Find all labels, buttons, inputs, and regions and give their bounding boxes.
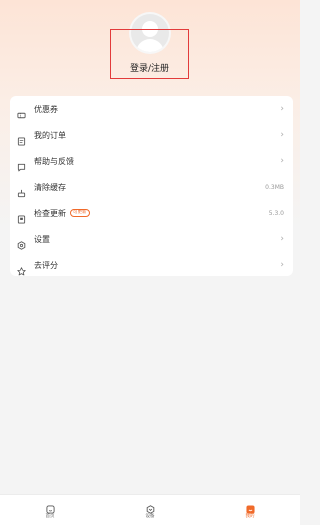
- app-version-value: 5.3.0: [268, 209, 284, 217]
- feedback-icon: [17, 157, 26, 171]
- tab-home[interactable]: 首页: [30, 499, 70, 519]
- update-available-badge: 可更新: [70, 209, 90, 217]
- bottom-tab-bar: 首页 设备 我的: [0, 494, 300, 525]
- profile-icon: [245, 499, 255, 514]
- menu-item-label: 设置: [34, 234, 50, 244]
- chevron-right-icon: ›: [280, 130, 284, 140]
- star-icon: [17, 261, 26, 275]
- menu-item-label: 检查更新: [34, 208, 66, 218]
- order-icon: [17, 131, 26, 146]
- menu-item-coupon[interactable]: 优惠券 ›: [10, 96, 293, 122]
- menu-item-label: 帮助与反馈: [34, 156, 74, 166]
- device-icon: [146, 499, 155, 514]
- settings-icon: [17, 235, 26, 250]
- chevron-right-icon: ›: [280, 156, 284, 166]
- login-register-link[interactable]: 登录/注册: [110, 61, 189, 74]
- tab-device[interactable]: 设备: [130, 499, 170, 519]
- home-icon: [45, 499, 55, 514]
- menu-card: 优惠券 › 我的订单 › 帮助与反馈 › 清除缓存 0.3MB 检查更新 可更新…: [10, 96, 293, 276]
- menu-item-label: 去评分: [34, 260, 58, 270]
- menu-item-label: 优惠券: [34, 104, 58, 114]
- chevron-right-icon: ›: [280, 104, 284, 114]
- menu-item-rate[interactable]: 去评分 ›: [10, 252, 293, 278]
- menu-item-orders[interactable]: 我的订单 ›: [10, 122, 293, 148]
- menu-item-feedback[interactable]: 帮助与反馈 ›: [10, 148, 293, 174]
- coupon-icon: [17, 105, 26, 118]
- menu-item-label: 清除缓存: [34, 182, 66, 192]
- menu-item-settings[interactable]: 设置 ›: [10, 226, 293, 252]
- tab-profile[interactable]: 我的: [230, 499, 270, 519]
- chevron-right-icon: ›: [280, 260, 284, 270]
- menu-item-label: 我的订单: [34, 130, 66, 140]
- cache-size-value: 0.3MB: [265, 183, 284, 191]
- menu-item-check-update[interactable]: 检查更新 可更新 5.3.0: [10, 200, 293, 226]
- update-icon: [17, 209, 26, 224]
- chevron-right-icon: ›: [280, 234, 284, 244]
- clear-cache-icon: [17, 183, 26, 197]
- menu-item-clear-cache[interactable]: 清除缓存 0.3MB: [10, 174, 293, 200]
